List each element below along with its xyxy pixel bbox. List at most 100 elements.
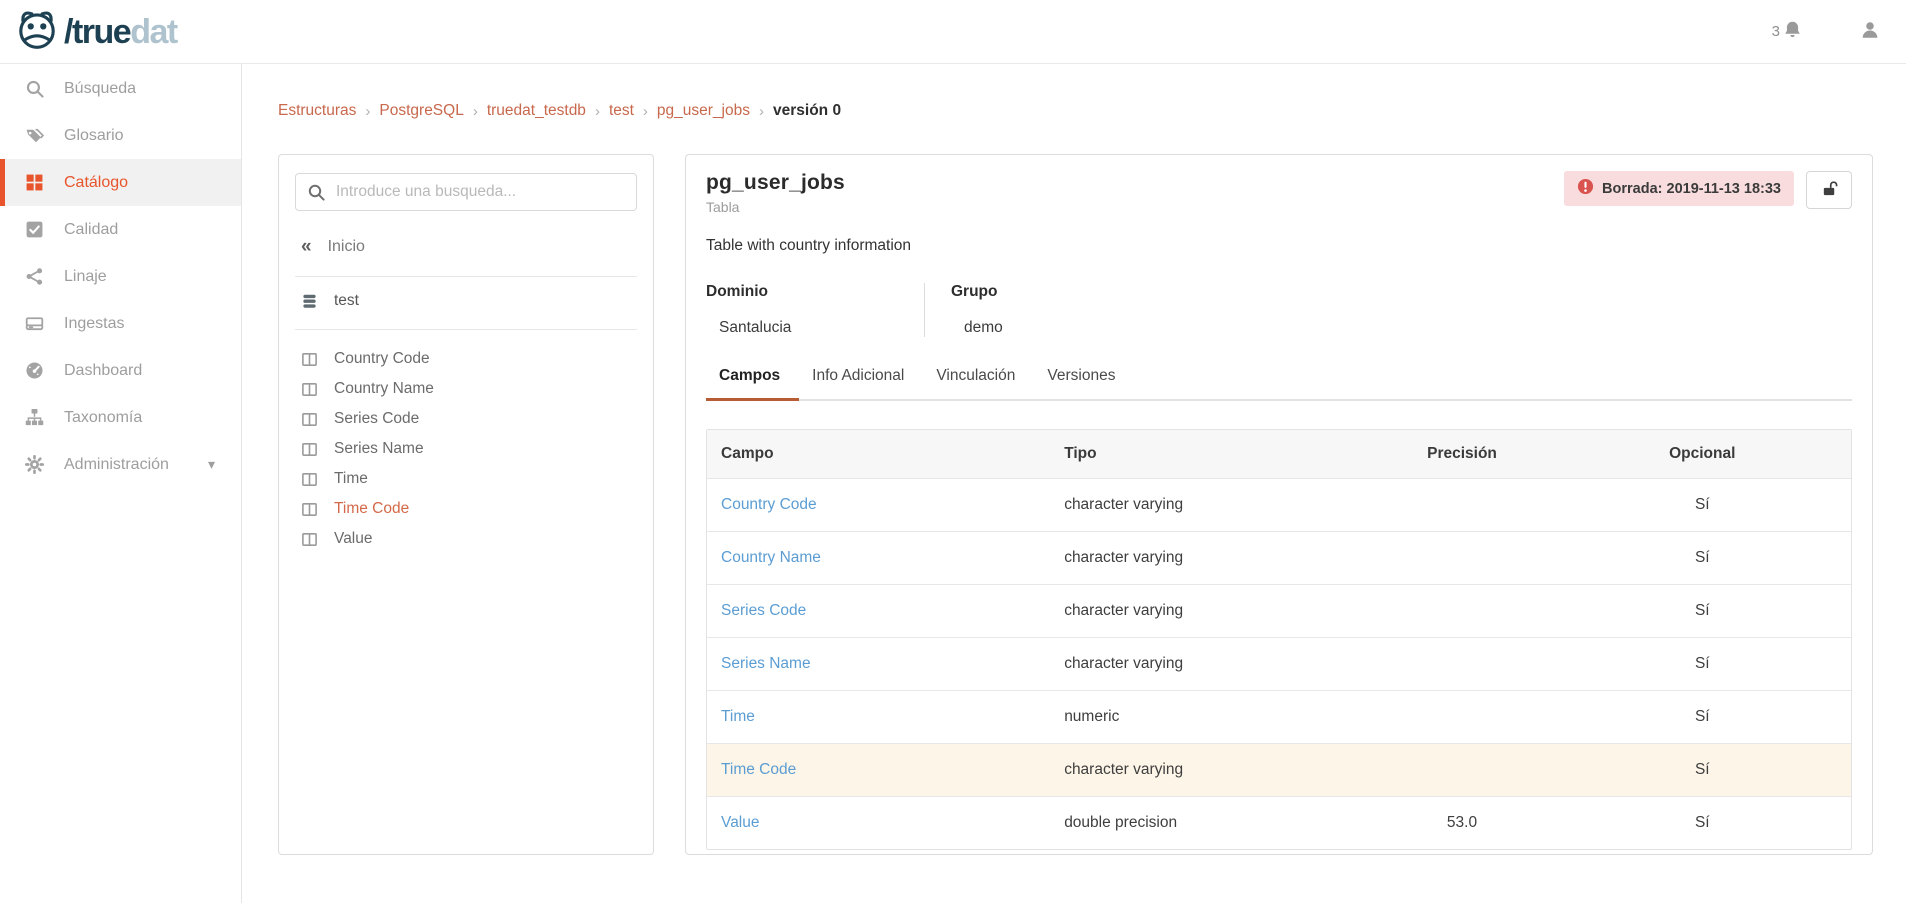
top-bar: /truedat 3 bbox=[0, 0, 1906, 64]
table-row-selected: Time Code character varying Sí bbox=[707, 743, 1851, 796]
breadcrumb-link-test[interactable]: test bbox=[609, 102, 634, 120]
table-row: Value double precision 53.0 Sí bbox=[707, 796, 1851, 849]
field-item-country-name[interactable]: Country Name bbox=[295, 374, 637, 404]
field-item-value[interactable]: Value bbox=[295, 524, 637, 554]
tab-vinculacion[interactable]: Vinculación bbox=[923, 367, 1034, 401]
table-row: Series Name character varying Sí bbox=[707, 637, 1851, 690]
field-precision bbox=[1371, 479, 1554, 531]
breadcrumb-separator: › bbox=[595, 103, 600, 120]
field-item-time-code[interactable]: Time Code bbox=[295, 494, 637, 524]
table-row: Series Code character varying Sí bbox=[707, 584, 1851, 637]
field-label: Country Code bbox=[334, 350, 430, 368]
table-row: Country Code character varying Sí bbox=[707, 479, 1851, 531]
table-row: Country Name character varying Sí bbox=[707, 531, 1851, 584]
tags-icon bbox=[24, 126, 44, 146]
sidebar-item-label: Linaje bbox=[64, 268, 107, 286]
divider bbox=[295, 329, 637, 330]
notifications-button[interactable]: 3 bbox=[1772, 20, 1802, 44]
sidebar-item-taxonomia[interactable]: Taxonomía bbox=[0, 394, 241, 441]
sidebar-item-administracion[interactable]: Administración ▾ bbox=[0, 441, 241, 488]
breadcrumb-link-postgresql[interactable]: PostgreSQL bbox=[379, 102, 463, 120]
gear-icon bbox=[24, 455, 44, 475]
breadcrumb-separator: › bbox=[759, 103, 764, 120]
sidebar-item-dashboard[interactable]: Dashboard bbox=[0, 347, 241, 394]
tab-info-adicional[interactable]: Info Adicional bbox=[799, 367, 923, 401]
field-link-series-code[interactable]: Series Code bbox=[721, 602, 806, 619]
field-precision: 53.0 bbox=[1371, 796, 1554, 849]
field-item-country-code[interactable]: Country Code bbox=[295, 344, 637, 374]
field-item-series-code[interactable]: Series Code bbox=[295, 404, 637, 434]
parent-label: test bbox=[334, 292, 359, 310]
field-precision bbox=[1371, 584, 1554, 637]
check-square-icon bbox=[24, 220, 44, 240]
explorer-back-inicio[interactable]: « Inicio bbox=[295, 237, 637, 256]
meta-label: Dominio bbox=[706, 283, 898, 301]
meta-section: Dominio Santalucia Grupo demo bbox=[706, 283, 1852, 337]
breadcrumb-link-pg-user-jobs[interactable]: pg_user_jobs bbox=[657, 102, 750, 120]
field-link-value[interactable]: Value bbox=[721, 814, 760, 831]
tab-versiones[interactable]: Versiones bbox=[1034, 367, 1134, 401]
tab-campos[interactable]: Campos bbox=[706, 367, 799, 401]
sitemap-icon bbox=[24, 408, 44, 428]
sidebar-item-label: Administración bbox=[64, 456, 169, 474]
sidebar-item-calidad[interactable]: Calidad bbox=[0, 206, 241, 253]
column-icon bbox=[301, 501, 318, 518]
field-link-country-code[interactable]: Country Code bbox=[721, 496, 817, 513]
sidebar-item-label: Calidad bbox=[64, 221, 118, 239]
sidebar-item-busqueda[interactable]: Búsqueda bbox=[0, 65, 241, 112]
search-icon bbox=[307, 183, 325, 206]
breadcrumb-separator: › bbox=[643, 103, 648, 120]
column-header-tipo: Tipo bbox=[1050, 430, 1370, 479]
user-menu-button[interactable] bbox=[1860, 20, 1880, 43]
column-header-campo: Campo bbox=[707, 430, 1050, 479]
share-icon bbox=[24, 267, 44, 287]
breadcrumb-current-version: versión 0 bbox=[773, 102, 841, 120]
confidentiality-toggle-button[interactable] bbox=[1806, 171, 1852, 209]
field-label: Time bbox=[334, 470, 368, 488]
field-link-time-code[interactable]: Time Code bbox=[721, 761, 796, 778]
field-precision bbox=[1371, 743, 1554, 796]
breadcrumb-link-estructuras[interactable]: Estructuras bbox=[278, 102, 356, 120]
field-type: numeric bbox=[1050, 690, 1370, 743]
structure-explorer-panel: « Inicio test Country Code Country Name … bbox=[278, 154, 654, 855]
unlock-icon bbox=[1821, 180, 1838, 200]
meta-label: Grupo bbox=[951, 283, 1003, 301]
search-input[interactable] bbox=[295, 173, 637, 211]
meta-dominio: Dominio Santalucia bbox=[706, 283, 924, 337]
sidebar-item-glosario[interactable]: Glosario bbox=[0, 112, 241, 159]
database-icon bbox=[301, 293, 318, 310]
field-precision bbox=[1371, 531, 1554, 584]
field-label: Country Name bbox=[334, 380, 434, 398]
explorer-parent-test[interactable]: test bbox=[295, 277, 637, 325]
field-label: Value bbox=[334, 530, 373, 548]
field-link-series-name[interactable]: Series Name bbox=[721, 655, 811, 672]
sidebar-item-catalogo[interactable]: Catálogo bbox=[0, 159, 241, 206]
field-type: character varying bbox=[1050, 743, 1370, 796]
field-link-time[interactable]: Time bbox=[721, 708, 755, 725]
chevron-down-icon: ▾ bbox=[208, 456, 215, 473]
field-type: character varying bbox=[1050, 479, 1370, 531]
back-label: Inicio bbox=[328, 238, 365, 256]
field-optional: Sí bbox=[1554, 531, 1851, 584]
structure-description: Table with country information bbox=[706, 237, 1852, 255]
meta-grupo: Grupo demo bbox=[924, 283, 1029, 337]
sidebar-item-ingestas[interactable]: Ingestas bbox=[0, 300, 241, 347]
breadcrumb-separator: › bbox=[365, 103, 370, 120]
breadcrumb-link-truedat-testdb[interactable]: truedat_testdb bbox=[487, 102, 586, 120]
side-nav: Búsqueda Glosario Catálogo Calidad Linaj bbox=[0, 64, 242, 903]
field-list: Country Code Country Name Series Code Se… bbox=[295, 344, 637, 554]
field-optional: Sí bbox=[1554, 690, 1851, 743]
detail-tabs: Campos Info Adicional Vinculación Versio… bbox=[706, 367, 1852, 401]
field-type: double precision bbox=[1050, 796, 1370, 849]
field-type: character varying bbox=[1050, 637, 1370, 690]
logo-text: /truedat bbox=[64, 15, 177, 49]
notification-count: 3 bbox=[1772, 23, 1780, 40]
sidebar-item-linaje[interactable]: Linaje bbox=[0, 253, 241, 300]
field-link-country-name[interactable]: Country Name bbox=[721, 549, 821, 566]
field-label: Time Code bbox=[334, 500, 409, 518]
truedat-logo[interactable]: /truedat bbox=[16, 6, 177, 57]
field-item-time[interactable]: Time bbox=[295, 464, 637, 494]
field-optional: Sí bbox=[1554, 479, 1851, 531]
field-item-series-name[interactable]: Series Name bbox=[295, 434, 637, 464]
sidebar-item-label: Glosario bbox=[64, 127, 124, 145]
